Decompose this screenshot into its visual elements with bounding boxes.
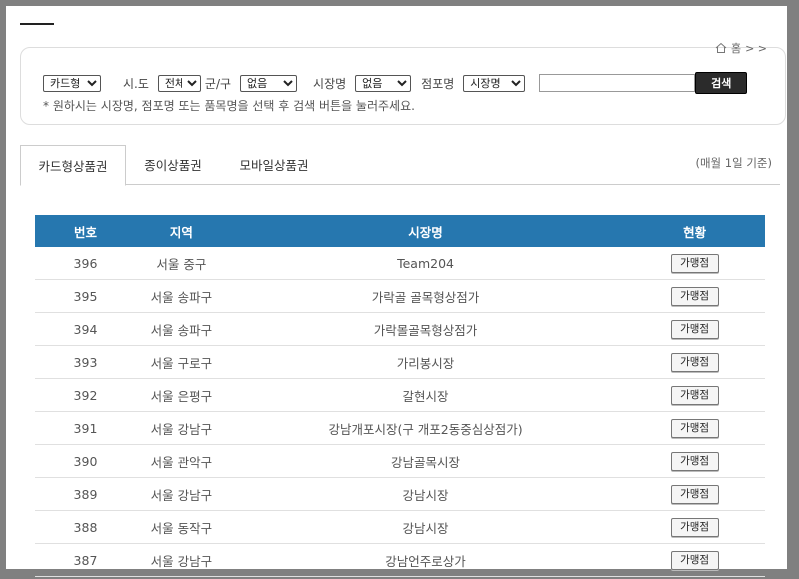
sido-select[interactable]: 전체 [157, 74, 201, 92]
store-type-select[interactable]: 시장명 [463, 74, 526, 92]
table-row: 396 서울 중구 Team204 가맹점 [35, 247, 765, 280]
sido-label: 시.도 [123, 76, 149, 91]
market-label: 시장명 [313, 76, 347, 91]
store-list-button[interactable]: 가맹점 [670, 451, 719, 471]
breadcrumb-arrows: > > [745, 41, 767, 55]
search-panel: 홈 > > 카드형 시.도 전체 군/구 없음 시장명 없음 점포명 시장명 검… [20, 42, 786, 125]
header-region: 지역 [135, 215, 227, 247]
title-underline [20, 23, 54, 25]
cell-no: 393 [35, 345, 136, 379]
cell-no: 396 [35, 247, 136, 280]
card-type-select[interactable]: 카드형 [43, 74, 101, 92]
header-no: 번호 [35, 215, 136, 247]
table-row: 394 서울 송파구 가락몰골목형상점가 가맹점 [35, 312, 765, 346]
cell-region: 서울 송파구 [135, 279, 227, 313]
cell-market[interactable]: 가리봉시장 [226, 345, 625, 379]
cell-market[interactable]: 가락골 골목형상점가 [226, 279, 625, 313]
cell-no: 395 [35, 279, 136, 313]
search-note: * 원하시는 시장명, 점포명 또는 품목명을 선택 후 검색 버튼을 눌러주세… [43, 99, 415, 113]
cell-region: 서울 강남구 [135, 543, 227, 577]
store-list-button[interactable]: 가맹점 [670, 484, 719, 504]
cell-market[interactable]: 강남골목시장 [226, 444, 625, 478]
cell-region: 서울 은평구 [135, 378, 227, 412]
cell-market[interactable]: 강남언주로상가 [226, 543, 625, 577]
cell-no: 390 [35, 444, 136, 478]
market-select[interactable]: 없음 [355, 74, 412, 92]
cell-status: 가맹점 [624, 510, 765, 544]
cell-status: 가맹점 [624, 279, 765, 313]
cell-region: 서울 중구 [135, 247, 227, 280]
cell-region: 서울 동작구 [135, 510, 227, 544]
cell-region: 서울 구로구 [135, 345, 227, 379]
store-list-button[interactable]: 가맹점 [670, 286, 719, 306]
tab-card[interactable]: 카드형상품권 [20, 145, 126, 186]
cell-status: 가맹점 [624, 312, 765, 346]
market-table: 번호 지역 시장명 현황 396 서울 중구 Team204 가맹점 395 서울 송파구… [35, 215, 765, 577]
cell-region: 서울 관악구 [135, 444, 227, 478]
table-row: 392 서울 은평구 갈현시장 가맹점 [35, 378, 765, 412]
store-list-button[interactable]: 가맹점 [670, 319, 719, 339]
cell-market[interactable]: 강남시장 [226, 477, 625, 511]
cell-status: 가맹점 [624, 477, 765, 511]
header-status: 현황 [624, 215, 765, 247]
cell-region: 서울 강남구 [135, 411, 227, 445]
table-row: 393 서울 구로구 가리봉시장 가맹점 [35, 345, 765, 379]
table-row: 391 서울 강남구 강남개포시장(구 개포2동중심상점가) 가맹점 [35, 411, 765, 445]
breadcrumb: 홈 > > [715, 40, 767, 56]
cell-status: 가맹점 [624, 345, 765, 379]
table-row: 395 서울 송파구 가락골 골목형상점가 가맹점 [35, 279, 765, 313]
cell-no: 391 [35, 411, 136, 445]
table-header-row: 번호 지역 시장명 현황 [35, 215, 765, 247]
table-row: 388 서울 동작구 강남시장 가맹점 [35, 510, 765, 544]
cell-market[interactable]: 강남개포시장(구 개포2동중심상점가) [226, 411, 625, 445]
table-row: 387 서울 강남구 강남언주로상가 가맹점 [35, 543, 765, 577]
gungu-label: 군/구 [204, 76, 232, 91]
store-list-button[interactable]: 가맹점 [670, 418, 719, 438]
store-list-button[interactable]: 가맹점 [670, 253, 719, 273]
store-list-button[interactable]: 가맹점 [670, 385, 719, 405]
cell-market[interactable]: 강남시장 [226, 510, 625, 544]
header-market: 시장명 [226, 215, 625, 247]
cell-status: 가맹점 [624, 543, 765, 577]
basis-note: (매월 1일 기준) [695, 156, 772, 170]
cell-market[interactable]: 가락몰골목형상점가 [226, 312, 625, 346]
cell-no: 388 [35, 510, 136, 544]
page-frame: 홈 > > 카드형 시.도 전체 군/구 없음 시장명 없음 점포명 시장명 검… [6, 6, 787, 577]
cell-status: 가맹점 [624, 444, 765, 478]
cell-no: 394 [35, 312, 136, 346]
breadcrumb-home[interactable]: 홈 [731, 40, 741, 56]
table-row: 390 서울 관악구 강남골목시장 가맹점 [35, 444, 765, 478]
cell-status: 가맹점 [624, 411, 765, 445]
cell-market[interactable]: Team204 [226, 247, 625, 280]
tab-paper[interactable]: 종이상품권 [128, 145, 218, 183]
home-icon[interactable] [715, 42, 727, 54]
cell-status: 가맹점 [624, 247, 765, 280]
cell-market[interactable]: 갈현시장 [226, 378, 625, 412]
filter-row: 카드형 시.도 전체 군/구 없음 시장명 없음 점포명 시장명 검색 [43, 72, 748, 94]
table-row: 389 서울 강남구 강남시장 가맹점 [35, 477, 765, 511]
tab-bar: 카드형상품권 종이상품권 모바일상품권 (매월 1일 기준) [20, 145, 780, 186]
store-list-button[interactable]: 가맹점 [670, 517, 719, 537]
gungu-select[interactable]: 없음 [240, 74, 298, 92]
cell-region: 서울 송파구 [135, 312, 227, 346]
cell-status: 가맹점 [624, 378, 765, 412]
search-button[interactable]: 검색 [695, 72, 748, 94]
tab-mobile[interactable]: 모바일상품권 [226, 145, 322, 183]
cell-region: 서울 강남구 [135, 477, 227, 511]
search-input[interactable] [539, 74, 696, 92]
store-list-button[interactable]: 가맹점 [670, 550, 719, 570]
store-label: 점포명 [421, 76, 455, 91]
cell-no: 392 [35, 378, 136, 412]
store-list-button[interactable]: 가맹점 [670, 352, 719, 372]
cell-no: 387 [35, 543, 136, 577]
cell-no: 389 [35, 477, 136, 511]
